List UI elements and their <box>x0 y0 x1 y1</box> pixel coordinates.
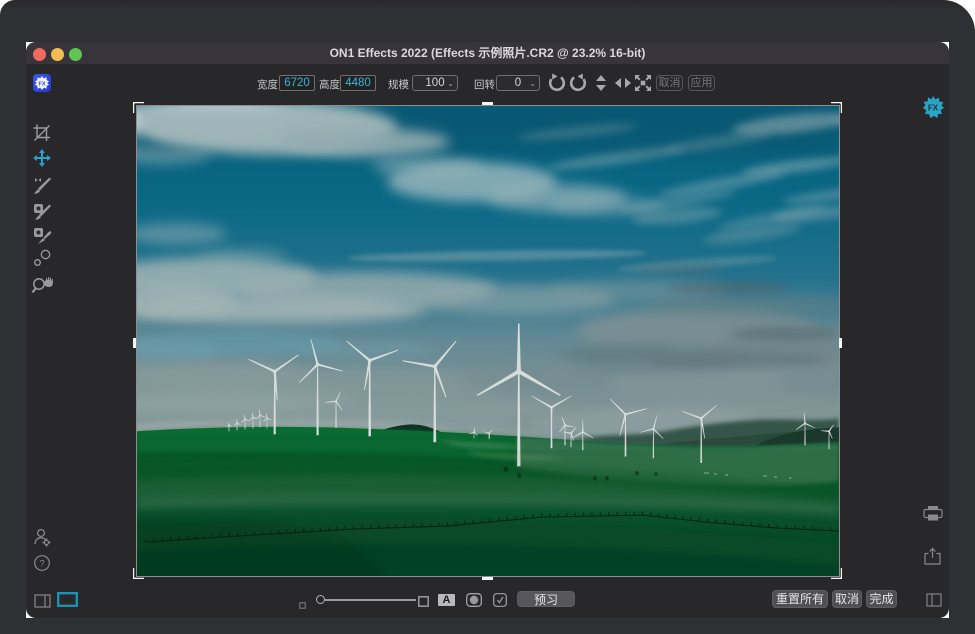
svg-text:?: ? <box>39 559 44 570</box>
svg-text:FX: FX <box>38 82 45 88</box>
svg-text:FX: FX <box>928 104 939 113</box>
